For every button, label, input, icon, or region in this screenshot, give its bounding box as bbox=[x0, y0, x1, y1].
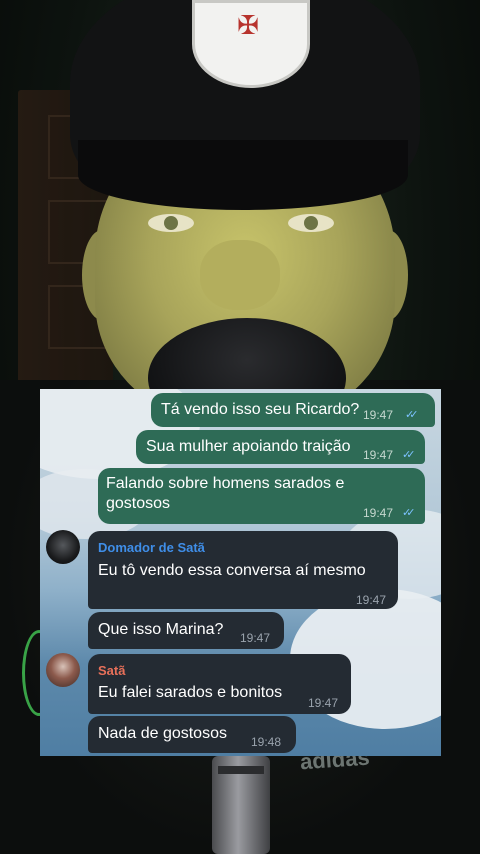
sender-name[interactable]: Domador de Satã bbox=[98, 538, 205, 558]
message-incoming[interactable]: Que isso Marina? 19:47 bbox=[88, 612, 284, 649]
sender-avatar[interactable] bbox=[46, 530, 80, 564]
message-outgoing[interactable]: Falando sobre homens sarados e gostosos … bbox=[98, 468, 425, 524]
message-time: 19:47 bbox=[363, 408, 394, 422]
message-text-line-2: gostosos bbox=[106, 495, 171, 512]
message-incoming[interactable]: Domador de Satã Eu tô vendo essa convers… bbox=[88, 531, 398, 609]
message-time: 19:47 bbox=[308, 696, 339, 710]
message-text: Que isso Marina? bbox=[98, 621, 224, 638]
message-text: Nada de gostosos bbox=[98, 725, 227, 742]
read-ticks-icon: ✓✓ bbox=[405, 408, 419, 421]
message-text: Eu falei sarados e bonitos bbox=[98, 684, 283, 701]
nose bbox=[200, 240, 280, 310]
message-outgoing[interactable]: Tá vendo isso seu Ricardo? 19:47 ✓✓ bbox=[151, 393, 435, 427]
sender-name[interactable]: Satã bbox=[98, 661, 125, 681]
message-time: 19:47 bbox=[363, 448, 394, 462]
message-text: Eu tô vendo essa conversa aí mesmo bbox=[98, 562, 366, 579]
message-text: Sua mulher apoiando traição bbox=[146, 438, 351, 455]
cap-brim bbox=[78, 140, 408, 210]
message-time: 19:47 bbox=[363, 506, 394, 520]
right-eye bbox=[288, 214, 334, 232]
message-time: 19:47 bbox=[240, 631, 271, 645]
read-ticks-icon: ✓✓ bbox=[402, 448, 416, 461]
message-incoming[interactable]: Nada de gostosos 19:48 bbox=[88, 716, 296, 753]
message-text: Tá vendo isso seu Ricardo? bbox=[161, 401, 360, 418]
left-eye bbox=[148, 214, 194, 232]
message-time: 19:48 bbox=[251, 735, 282, 749]
club-shield-icon: ✠ bbox=[192, 0, 310, 88]
chat-screenshot: Tá vendo isso seu Ricardo? 19:47 ✓✓ Sua … bbox=[40, 389, 441, 756]
message-time: 19:47 bbox=[356, 593, 387, 607]
message-outgoing[interactable]: Sua mulher apoiando traição 19:47 ✓✓ bbox=[136, 430, 425, 464]
sender-avatar[interactable] bbox=[46, 653, 80, 687]
microphone-stand bbox=[212, 756, 270, 854]
message-incoming[interactable]: Satã Eu falei sarados e bonitos 19:47 bbox=[88, 654, 351, 714]
read-ticks-icon: ✓✓ bbox=[402, 506, 416, 519]
message-text-line-1: Falando sobre homens sarados e bbox=[106, 475, 345, 492]
